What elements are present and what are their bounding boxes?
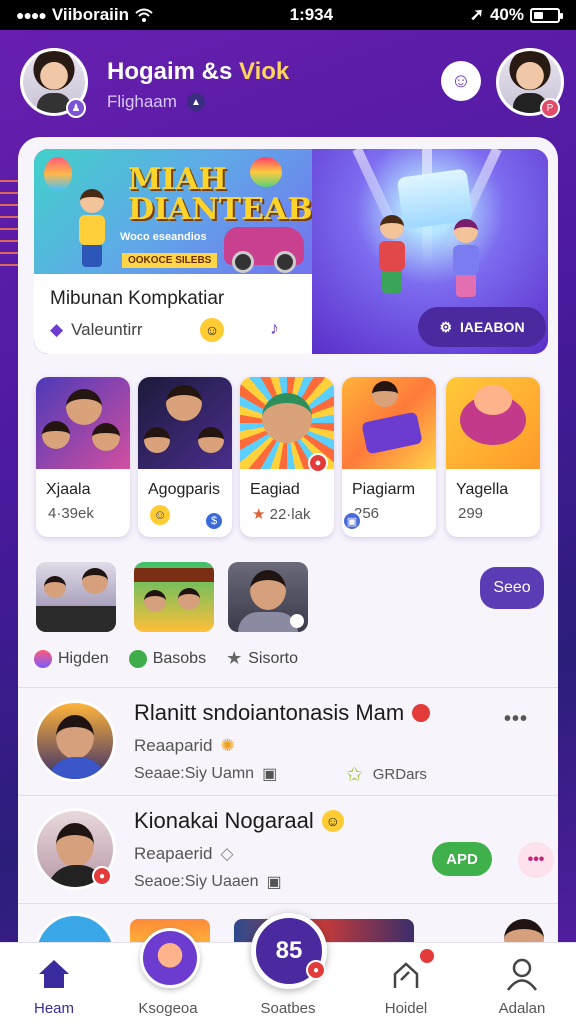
banner-action-button[interactable]: ⚙ IAEABON (418, 307, 546, 347)
tag-icon: ◆ (50, 320, 64, 339)
add-button[interactable]: APD (432, 842, 492, 876)
feed-extra: ✩ GRDars (346, 764, 427, 786)
category-tiles: Xjaala 4·39ek Agogparis ☺ $ Eagiad ★ 22·… (34, 377, 548, 537)
star-icon: ★ (226, 648, 243, 668)
smile-emoji-icon: ☺ (150, 505, 170, 525)
tile-label: Yagella (456, 481, 509, 498)
live-badge-icon: ● (92, 866, 112, 886)
tile-agogparis[interactable]: Agogparis ☺ $ (138, 377, 232, 537)
tile-yagella[interactable]: Yagella 299 (446, 377, 540, 537)
smile-emoji-icon: ☺ (200, 318, 224, 342)
toy-car (224, 227, 304, 273)
more-options-button[interactable]: ••• (518, 842, 554, 878)
tile-count: ★ 22·lak (252, 506, 311, 523)
main-card: MIAH DIANTEAB Woco eseandios OOKOCE SILE… (18, 137, 558, 977)
upload-icon[interactable]: ▲ (186, 93, 205, 111)
tile-label: Piagiarm (352, 481, 416, 498)
live-dot-icon (412, 704, 431, 722)
verified-badge-icon: ♟ (66, 98, 86, 118)
tile-label: Agogparis (148, 481, 221, 498)
divider (18, 903, 558, 904)
see-more-button[interactable]: Seeo (480, 567, 544, 609)
home-icon (34, 954, 74, 994)
tile-count: 299 (458, 505, 484, 522)
feed-meta: Seaoe:Siy Uaaen ▣ (134, 873, 282, 891)
leaf-icon (128, 649, 147, 668)
tag-basobs[interactable]: Basobs (128, 648, 206, 669)
instagram-icon (34, 649, 52, 668)
feed-item[interactable]: Rlanitt sndoiantonasis Mam Reaaparid ✺ Se… (34, 692, 548, 792)
carrier-name: Viiboraiin (51, 5, 129, 24)
feed-meta: Seaae:Siy Uamn ▣ (134, 765, 278, 783)
banner-caption-title: Mibunan Kompkatiar (50, 288, 225, 309)
gallery-badge-icon: ▣ (342, 511, 362, 531)
status-bar: ●●●● Viiboraiin 1:934 ➚ 40% (0, 0, 576, 30)
tab-notifications[interactable]: Hoidel (356, 943, 456, 1024)
divider (18, 795, 558, 796)
building-icon: ▣ (266, 874, 282, 891)
info-badge-icon: $ (204, 511, 224, 531)
banner-strip: OOKOCE SILEBS (122, 253, 218, 268)
tab-profile[interactable]: Adalan (472, 943, 572, 1024)
clock: 1:934 (289, 5, 334, 24)
create-fab-button[interactable]: 85 ● (251, 913, 327, 989)
smile-emoji-icon: ☺ (321, 810, 344, 832)
story-tags: Higden Basobs ★ Sisorto (34, 648, 298, 669)
more-options-button[interactable]: ••• (496, 708, 536, 738)
banner-tag: Woco eseandios (120, 231, 207, 243)
balloon-icon (44, 157, 72, 191)
divider (18, 687, 558, 688)
story-thumb[interactable] (36, 562, 116, 632)
signal-icon: ●●●● (16, 7, 47, 23)
tile-xjaala[interactable]: Xjaala 4·39ek (36, 377, 130, 537)
banner-caption-sub: ◆ Valeuntirr (50, 320, 143, 339)
wifi-icon (135, 8, 153, 22)
feed-item[interactable]: ● Kionakai Nogaraal ☺ Reapaerid ◇ Seaoe:S… (34, 800, 554, 900)
tile-label: Eagiad (250, 481, 300, 498)
notification-badge-icon: ● (306, 960, 326, 980)
notification-dot-icon (420, 949, 434, 963)
dancing-girl (446, 219, 486, 299)
sun-icon: ✺ (220, 736, 235, 755)
notification-badge-icon: P (540, 98, 560, 118)
banner-headline: MIAH DIANTEAB (128, 162, 313, 227)
decorative-stripes (0, 180, 18, 580)
star-icon: ✩ (346, 764, 363, 786)
story-thumb[interactable] (134, 562, 214, 632)
emoji-button[interactable]: ☺ (441, 61, 481, 101)
tag-sisorto[interactable]: ★ Sisorto (226, 648, 298, 669)
tile-eagiad[interactable]: Eagiad ★ 22·lak ● (240, 377, 334, 537)
dancing-kid (372, 215, 412, 295)
star-icon: ★ (252, 506, 266, 523)
banner-caption: Mibunan Kompkatiar ◆ Valeuntirr ☺ ♪ (34, 274, 312, 354)
gear-icon: ⚙ (439, 318, 452, 335)
battery-icon (530, 7, 563, 23)
tile-piagiarm[interactable]: Piagiarm 256 ▣ (342, 377, 436, 537)
featured-banner[interactable]: MIAH DIANTEAB Woco eseandios OOKOCE SILE… (34, 149, 548, 354)
tile-label: Xjaala (46, 481, 91, 498)
feed-name: Kionakai Nogaraal ☺ (134, 808, 344, 834)
person-icon (502, 954, 542, 994)
battery-percent: 40% (489, 5, 524, 24)
story-thumb[interactable] (228, 562, 308, 632)
live-badge-icon: ● (308, 453, 328, 473)
cartoon-kid (72, 189, 112, 269)
music-note-icon[interactable]: ♪ (270, 318, 279, 339)
tag-higden[interactable]: Higden (34, 648, 109, 669)
story-avatar-button[interactable] (140, 928, 200, 988)
feed-avatar[interactable] (34, 700, 116, 782)
stories-row: Seeo Higden Basobs ★ Sisorto (34, 562, 548, 682)
feed-name: Rlanitt sndoiantonasis Mam (134, 700, 431, 726)
tab-home[interactable]: Heam (4, 943, 104, 1024)
share-icon (386, 954, 426, 994)
tag-icon: ◇ (220, 844, 234, 863)
feed-sub: Reaaparid ✺ (134, 736, 235, 755)
tile-count: 4·39ek (48, 505, 94, 522)
app-header: ♟ Hogaim &s Viok Flighaam ▲ ☺ P (0, 30, 576, 140)
feed-sub: Reapaerid ◇ (134, 844, 234, 863)
building-icon: ▣ (262, 766, 278, 783)
location-arrow-icon: ➚ (469, 5, 484, 24)
page-title: Hogaim &s Viok (107, 58, 290, 85)
page-subtitle: Flighaam ▲ (107, 92, 205, 112)
